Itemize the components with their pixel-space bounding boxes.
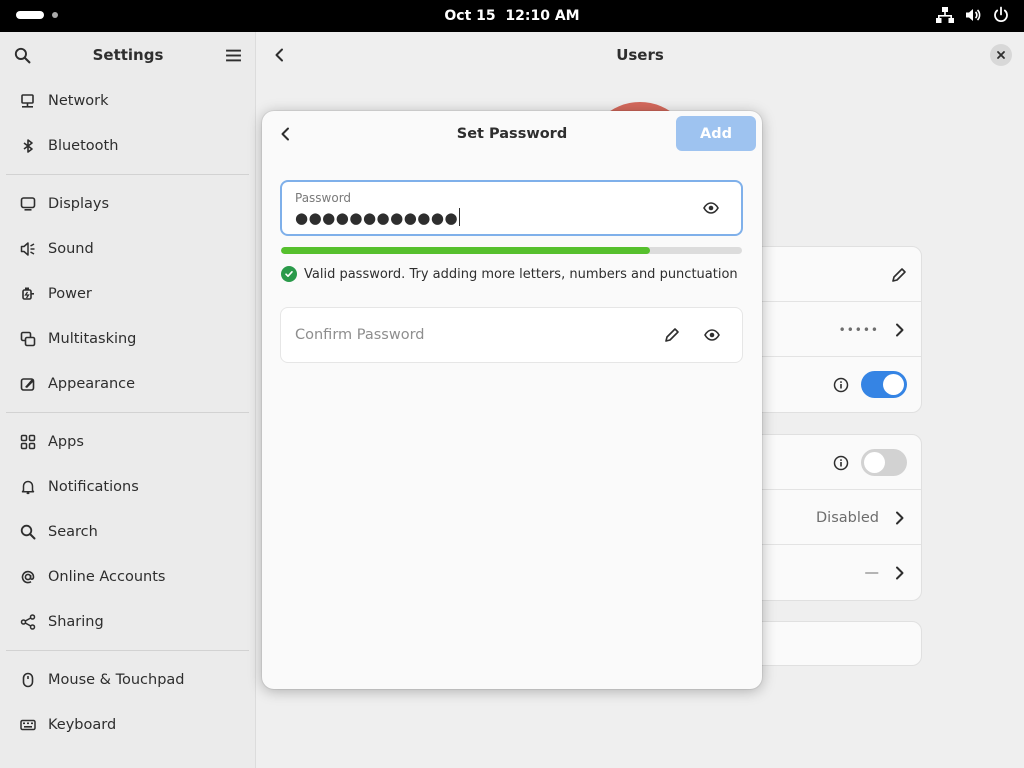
activities-indicator[interactable] xyxy=(16,11,58,19)
show-confirm-password-button[interactable] xyxy=(702,325,722,345)
workspace-active-indicator xyxy=(16,11,44,19)
clock-date: Oct 15 xyxy=(444,8,496,24)
add-button[interactable]: Add xyxy=(676,116,756,151)
clock-time: 12:10 AM xyxy=(505,8,580,24)
eye-icon xyxy=(703,202,719,214)
eye-icon xyxy=(704,329,720,341)
workspace-indicator xyxy=(52,12,58,18)
confirm-password-placeholder: Confirm Password xyxy=(295,327,425,343)
password-hint: Valid password. Try adding more letters,… xyxy=(281,265,738,283)
pencil-icon xyxy=(665,328,679,342)
confirm-password-field[interactable]: Confirm Password xyxy=(280,307,743,363)
volume-icon xyxy=(964,6,982,24)
dialog-header: Set Password Add xyxy=(262,111,762,157)
password-label: Password xyxy=(295,191,352,205)
password-value: ●●●●●●●●●●●● xyxy=(295,209,459,227)
edit-button[interactable] xyxy=(662,325,682,345)
password-strength-bar xyxy=(281,247,742,254)
password-hint-text: Valid password. Try adding more letters,… xyxy=(304,266,738,282)
system-tray[interactable] xyxy=(936,6,1010,24)
check-icon xyxy=(281,266,297,282)
clock-button[interactable]: Oct 15 12:10 AM xyxy=(444,8,579,24)
set-password-dialog: Set Password Add Password ●●●●●●●●●●●● V… xyxy=(262,111,762,689)
text-caret xyxy=(459,208,461,226)
network-wired-icon xyxy=(936,6,954,24)
power-icon xyxy=(992,6,1010,24)
password-strength-fill xyxy=(281,247,650,254)
show-password-button[interactable] xyxy=(701,198,721,218)
password-field[interactable]: Password ●●●●●●●●●●●● xyxy=(280,180,743,236)
password-input[interactable]: ●●●●●●●●●●●● xyxy=(295,208,461,227)
clock: Oct 15 12:10 AM xyxy=(0,0,1024,32)
top-bar: Oct 15 12:10 AM xyxy=(0,0,1024,32)
